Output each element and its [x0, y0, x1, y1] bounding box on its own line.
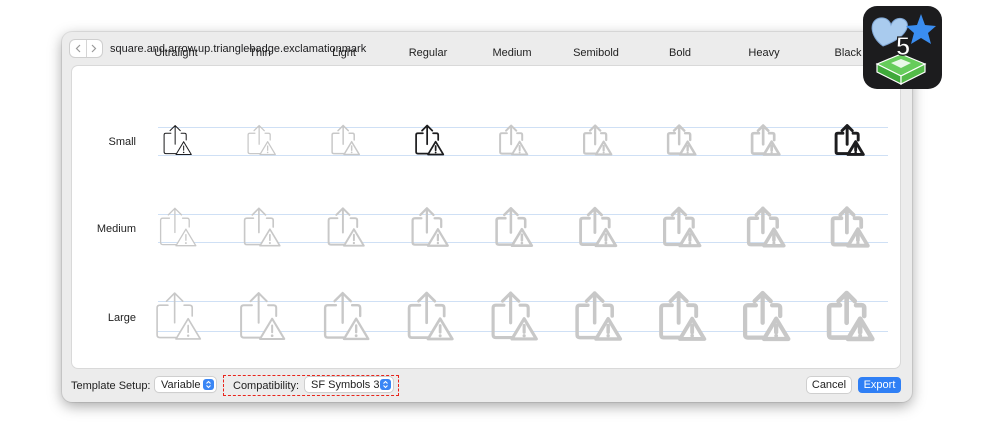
compatibility-popup[interactable]: SF Symbols 3	[305, 377, 393, 392]
square-and-arrow-up-triangle-badge-icon	[317, 289, 371, 343]
chevron-right-icon	[91, 44, 97, 53]
square-and-arrow-up-triangle-badge-icon	[831, 123, 865, 157]
square-and-arrow-up-triangle-badge-icon	[579, 123, 613, 157]
weight-header-thin: Thin	[249, 47, 271, 59]
up-down-chevron-icon	[203, 379, 214, 390]
up-down-chevron-icon	[380, 379, 391, 390]
square-and-arrow-up-triangle-badge-icon	[243, 123, 277, 157]
square-and-arrow-up-triangle-badge-icon	[569, 289, 623, 343]
square-and-arrow-up-triangle-badge-icon	[485, 289, 539, 343]
cancel-button[interactable]: Cancel	[807, 377, 851, 393]
navigation-buttons	[70, 40, 102, 57]
app-badge-icon: 5	[863, 6, 942, 89]
square-and-arrow-up-triangle-badge-icon	[233, 289, 287, 343]
back-button[interactable]	[70, 40, 86, 57]
template-setup-value: Variable	[161, 378, 201, 391]
square-and-arrow-up-triangle-badge-icon	[154, 205, 198, 249]
square-and-arrow-up-triangle-badge-icon	[490, 205, 534, 249]
badge-number: 5	[896, 31, 910, 61]
template-setup-label: Template Setup:	[71, 380, 151, 392]
weight-header-ultralight: Ultralight	[154, 47, 198, 59]
square-and-arrow-up-triangle-badge-icon	[653, 289, 707, 343]
square-and-arrow-up-triangle-badge-icon	[821, 289, 875, 343]
weight-header-regular: Regular	[408, 47, 448, 59]
square-and-arrow-up-triangle-badge-icon	[238, 205, 282, 249]
star-icon	[906, 14, 936, 44]
forward-button[interactable]	[85, 40, 103, 57]
square-and-arrow-up-triangle-badge-icon	[747, 123, 781, 157]
square-and-arrow-up-triangle-badge-icon	[495, 123, 529, 157]
weight-header-medium: Medium	[492, 47, 532, 59]
weight-header-semibold: Semibold	[573, 47, 619, 59]
scale-label-small: Small	[108, 136, 136, 148]
chevron-left-icon	[75, 44, 81, 53]
compatibility-value: SF Symbols 3	[311, 378, 380, 391]
square-and-arrow-up-triangle-badge-icon	[149, 289, 203, 343]
weight-header-bold: Bold	[668, 47, 692, 59]
template-setup-popup[interactable]: Variable	[155, 377, 216, 392]
square-and-arrow-up-triangle-badge-icon	[826, 205, 870, 249]
square-and-arrow-up-triangle-badge-icon	[159, 123, 193, 157]
square-and-arrow-up-triangle-badge-icon	[574, 205, 618, 249]
square-and-arrow-up-triangle-badge-icon	[742, 205, 786, 249]
weight-header-light: Light	[332, 47, 356, 59]
square-and-arrow-up-triangle-badge-icon	[737, 289, 791, 343]
weight-header-heavy: Heavy	[748, 47, 780, 59]
square-and-arrow-up-triangle-badge-icon	[406, 205, 450, 249]
square-and-arrow-up-triangle-badge-icon	[322, 205, 366, 249]
scale-label-medium: Medium	[96, 223, 136, 235]
scale-label-large: Large	[107, 312, 136, 324]
square-and-arrow-up-triangle-badge-icon	[658, 205, 702, 249]
square-and-arrow-up-triangle-badge-icon	[663, 123, 697, 157]
export-button[interactable]: Export	[858, 377, 901, 393]
square-and-arrow-up-triangle-badge-icon	[327, 123, 361, 157]
square-and-arrow-up-triangle-badge-icon	[411, 123, 445, 157]
compatibility-label: Compatibility:	[233, 380, 300, 392]
square-and-arrow-up-triangle-badge-icon	[401, 289, 455, 343]
